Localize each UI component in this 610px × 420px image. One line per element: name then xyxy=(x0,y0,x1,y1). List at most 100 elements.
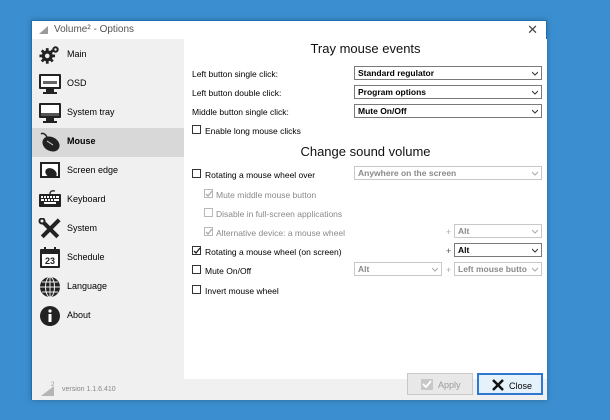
section-title-tray-mouse-events: Tray mouse events xyxy=(310,41,421,56)
sidebar-item-system-tray[interactable]: System tray xyxy=(32,99,184,128)
section-title-change-sound-volume: Change sound volume xyxy=(300,144,431,159)
left-double-click-label: Left button double click: xyxy=(192,88,282,98)
plus-sign: + xyxy=(446,227,452,237)
checkmark-icon xyxy=(193,247,201,254)
sidebar-item-label: Language xyxy=(67,281,108,291)
sidebar-item-label: Main xyxy=(67,49,87,59)
sidebar: Main OSD System tray Mouse Screen edge K… xyxy=(32,39,184,379)
sidebar-item-keyboard[interactable]: Keyboard xyxy=(32,186,184,215)
sidebar-item-screen-edge[interactable]: Screen edge xyxy=(32,157,184,186)
mouse-settings-panel: Tray mouse events Left button single cli… xyxy=(184,39,547,379)
chevron-down-icon xyxy=(532,71,538,76)
mute-onoff-button-dropdown[interactable]: Left mouse butto xyxy=(454,262,542,276)
alt-device-label: Alternative device: a mouse wheel xyxy=(216,228,345,238)
middle-single-click-dropdown[interactable]: Mute On/Off xyxy=(354,104,542,118)
close-icon xyxy=(492,379,504,391)
monitor-icon xyxy=(39,74,61,94)
svg-text:2: 2 xyxy=(51,382,55,388)
mute-onoff-modifier-dropdown[interactable]: Alt xyxy=(354,262,442,276)
options-window: Volume² - Options ✕ Main OSD System tray… xyxy=(31,20,547,400)
long-clicks-checkbox[interactable] xyxy=(192,125,201,134)
plus-sign: + xyxy=(446,265,452,275)
screen-edge-icon xyxy=(40,162,60,178)
calendar-day: 23 xyxy=(45,256,55,266)
apply-label: Apply xyxy=(438,380,461,390)
keyboard-icon xyxy=(39,190,61,207)
rotating-wheel-dropdown[interactable]: Anywhere on the screen xyxy=(354,166,542,180)
long-clicks-label: Enable long mouse clicks xyxy=(205,126,301,136)
dropdown-value: Anywhere on the screen xyxy=(358,168,457,178)
disable-fullscreen-label: Disable in full-screen applications xyxy=(216,209,343,219)
mute-onoff-label: Mute On/Off xyxy=(205,266,252,276)
chevron-down-icon xyxy=(532,229,538,234)
chevron-down-icon xyxy=(532,109,538,114)
sidebar-item-label: OSD xyxy=(67,78,87,88)
disable-fullscreen-checkbox[interactable] xyxy=(204,208,213,217)
alt-device-checkbox[interactable] xyxy=(204,227,213,236)
dropdown-value: Alt xyxy=(458,226,470,236)
dropdown-value: Alt xyxy=(458,245,470,255)
checkmark-icon xyxy=(205,228,213,235)
invert-wheel-checkbox[interactable] xyxy=(192,285,201,294)
sidebar-item-label: About xyxy=(67,310,91,320)
rotating-on-screen-checkbox[interactable] xyxy=(192,246,201,255)
dropdown-value: Standard regulator xyxy=(358,68,435,78)
sidebar-item-schedule[interactable]: 23 Schedule xyxy=(32,244,184,273)
sidebar-item-system[interactable]: System xyxy=(32,215,184,244)
sidebar-item-label: Keyboard xyxy=(67,194,106,204)
close-label: Close xyxy=(509,381,533,391)
close-button[interactable]: Close xyxy=(477,373,543,395)
left-double-click-dropdown[interactable]: Program options xyxy=(354,85,542,99)
mute-middle-label: Mute middle mouse button xyxy=(216,190,317,200)
version-label: version 1.1.6.410 xyxy=(62,386,116,393)
dropdown-value: Alt xyxy=(358,264,370,274)
tools-icon xyxy=(38,218,61,239)
sidebar-item-label: Screen edge xyxy=(67,165,119,175)
gear-icon xyxy=(39,46,59,64)
chevron-down-icon xyxy=(532,248,538,253)
version-area: 2 version 1.1.6.410 xyxy=(32,379,184,400)
chevron-down-icon xyxy=(532,171,538,176)
rotating-on-screen-label: Rotating a mouse wheel (on screen) xyxy=(205,247,342,257)
mute-onoff-checkbox[interactable] xyxy=(192,265,201,274)
sidebar-item-language[interactable]: Language xyxy=(32,273,184,302)
close-window-icon[interactable]: ✕ xyxy=(527,22,538,38)
rotating-wheel-checkbox[interactable] xyxy=(192,169,201,178)
window-title: Volume² - Options xyxy=(54,24,135,35)
mouse-icon xyxy=(40,132,60,152)
checkmark-icon xyxy=(205,190,213,197)
mute-middle-checkbox[interactable] xyxy=(204,189,213,198)
middle-single-click-label: Middle button single click: xyxy=(192,107,289,117)
dropdown-value: Left mouse butto xyxy=(458,264,527,274)
rotating-wheel-label: Rotating a mouse wheel over xyxy=(205,170,316,180)
volume-logo-icon: 2 xyxy=(41,382,55,396)
sidebar-item-mouse[interactable]: Mouse xyxy=(32,128,184,157)
sidebar-item-label: System tray xyxy=(67,107,115,117)
chevron-down-icon xyxy=(532,90,538,95)
dropdown-value: Program options xyxy=(358,87,427,97)
sidebar-item-label: System xyxy=(67,223,98,233)
plus-sign: + xyxy=(446,246,452,256)
apply-button[interactable]: Apply xyxy=(407,373,473,395)
left-single-click-label: Left button single click: xyxy=(192,69,278,79)
title-bar[interactable]: Volume² - Options ✕ xyxy=(32,21,546,39)
invert-wheel-label: Invert mouse wheel xyxy=(205,286,279,296)
button-bar: Apply Close xyxy=(184,373,547,400)
app-icon xyxy=(39,26,48,34)
sidebar-item-main[interactable]: Main xyxy=(32,41,184,70)
calendar-icon: 23 xyxy=(40,247,60,268)
sidebar-item-label: Mouse xyxy=(67,136,96,146)
info-icon xyxy=(40,306,60,326)
rotating-on-screen-modifier-dropdown[interactable]: Alt xyxy=(454,243,542,257)
system-tray-icon xyxy=(39,103,61,123)
sidebar-item-label: Schedule xyxy=(67,252,105,262)
sidebar-item-about[interactable]: About xyxy=(32,302,184,331)
chevron-down-icon xyxy=(432,267,438,272)
alt-device-modifier-dropdown[interactable]: Alt xyxy=(454,224,542,238)
globe-icon xyxy=(40,276,60,298)
left-single-click-dropdown[interactable]: Standard regulator xyxy=(354,66,542,80)
apply-icon xyxy=(421,379,433,390)
dropdown-value: Mute On/Off xyxy=(358,106,407,116)
chevron-down-icon xyxy=(532,267,538,272)
sidebar-item-osd[interactable]: OSD xyxy=(32,70,184,99)
